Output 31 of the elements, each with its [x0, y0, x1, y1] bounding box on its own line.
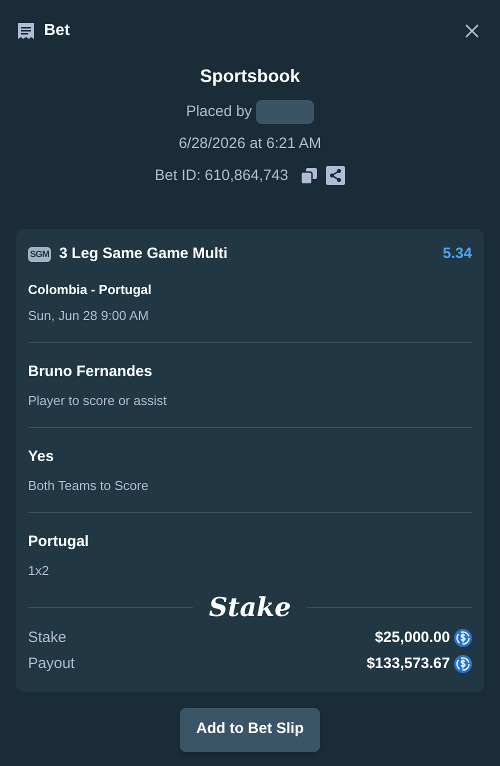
amount-label: Stake [28, 628, 66, 648]
event-name: Colombia - Portugal [28, 280, 152, 299]
sportsbook-title: Sportsbook [200, 65, 300, 88]
leg-selection: Bruno Fernandes [28, 362, 154, 382]
bet-type: 3 Leg Same Game Multi [59, 244, 228, 264]
total-odds: 5.34 [442, 244, 472, 264]
close-icon [464, 23, 480, 39]
copy-icon [300, 166, 318, 185]
coin-icon [454, 628, 472, 647]
amount-value: $25,000.00 [374, 628, 450, 648]
leg-selection: Portugal [28, 532, 90, 552]
receipt-icon [16, 21, 36, 41]
copy-button[interactable] [300, 166, 318, 185]
event-time: Sun, Jun 28 9:00 AM [28, 306, 472, 342]
coin-icon [454, 655, 472, 674]
amount-value: $133,573.67 [366, 654, 450, 674]
share-icon [326, 166, 346, 186]
bet-id: Bet ID: 610,864,743 [154, 166, 288, 186]
leg-market: 1x2 [28, 562, 50, 580]
amount-label: Payout [28, 654, 75, 674]
redacted-name [256, 100, 314, 124]
bet-date: 6/28/2026 at 6:21 AM [178, 134, 322, 154]
share-button[interactable] [326, 166, 346, 186]
placed-by-label: Placed by [186, 102, 252, 122]
dialog-title: Bet [44, 21, 70, 41]
sgm-badge: SGM [28, 246, 52, 262]
leg-market: Player to score or assist [28, 392, 168, 410]
leg-market: Both Teams to Score [28, 477, 150, 495]
brand-logo: Stake [208, 594, 292, 620]
add-to-bet-slip-button[interactable]: Add to Bet Slip [180, 708, 320, 752]
leg-selection: Yes [28, 446, 55, 466]
